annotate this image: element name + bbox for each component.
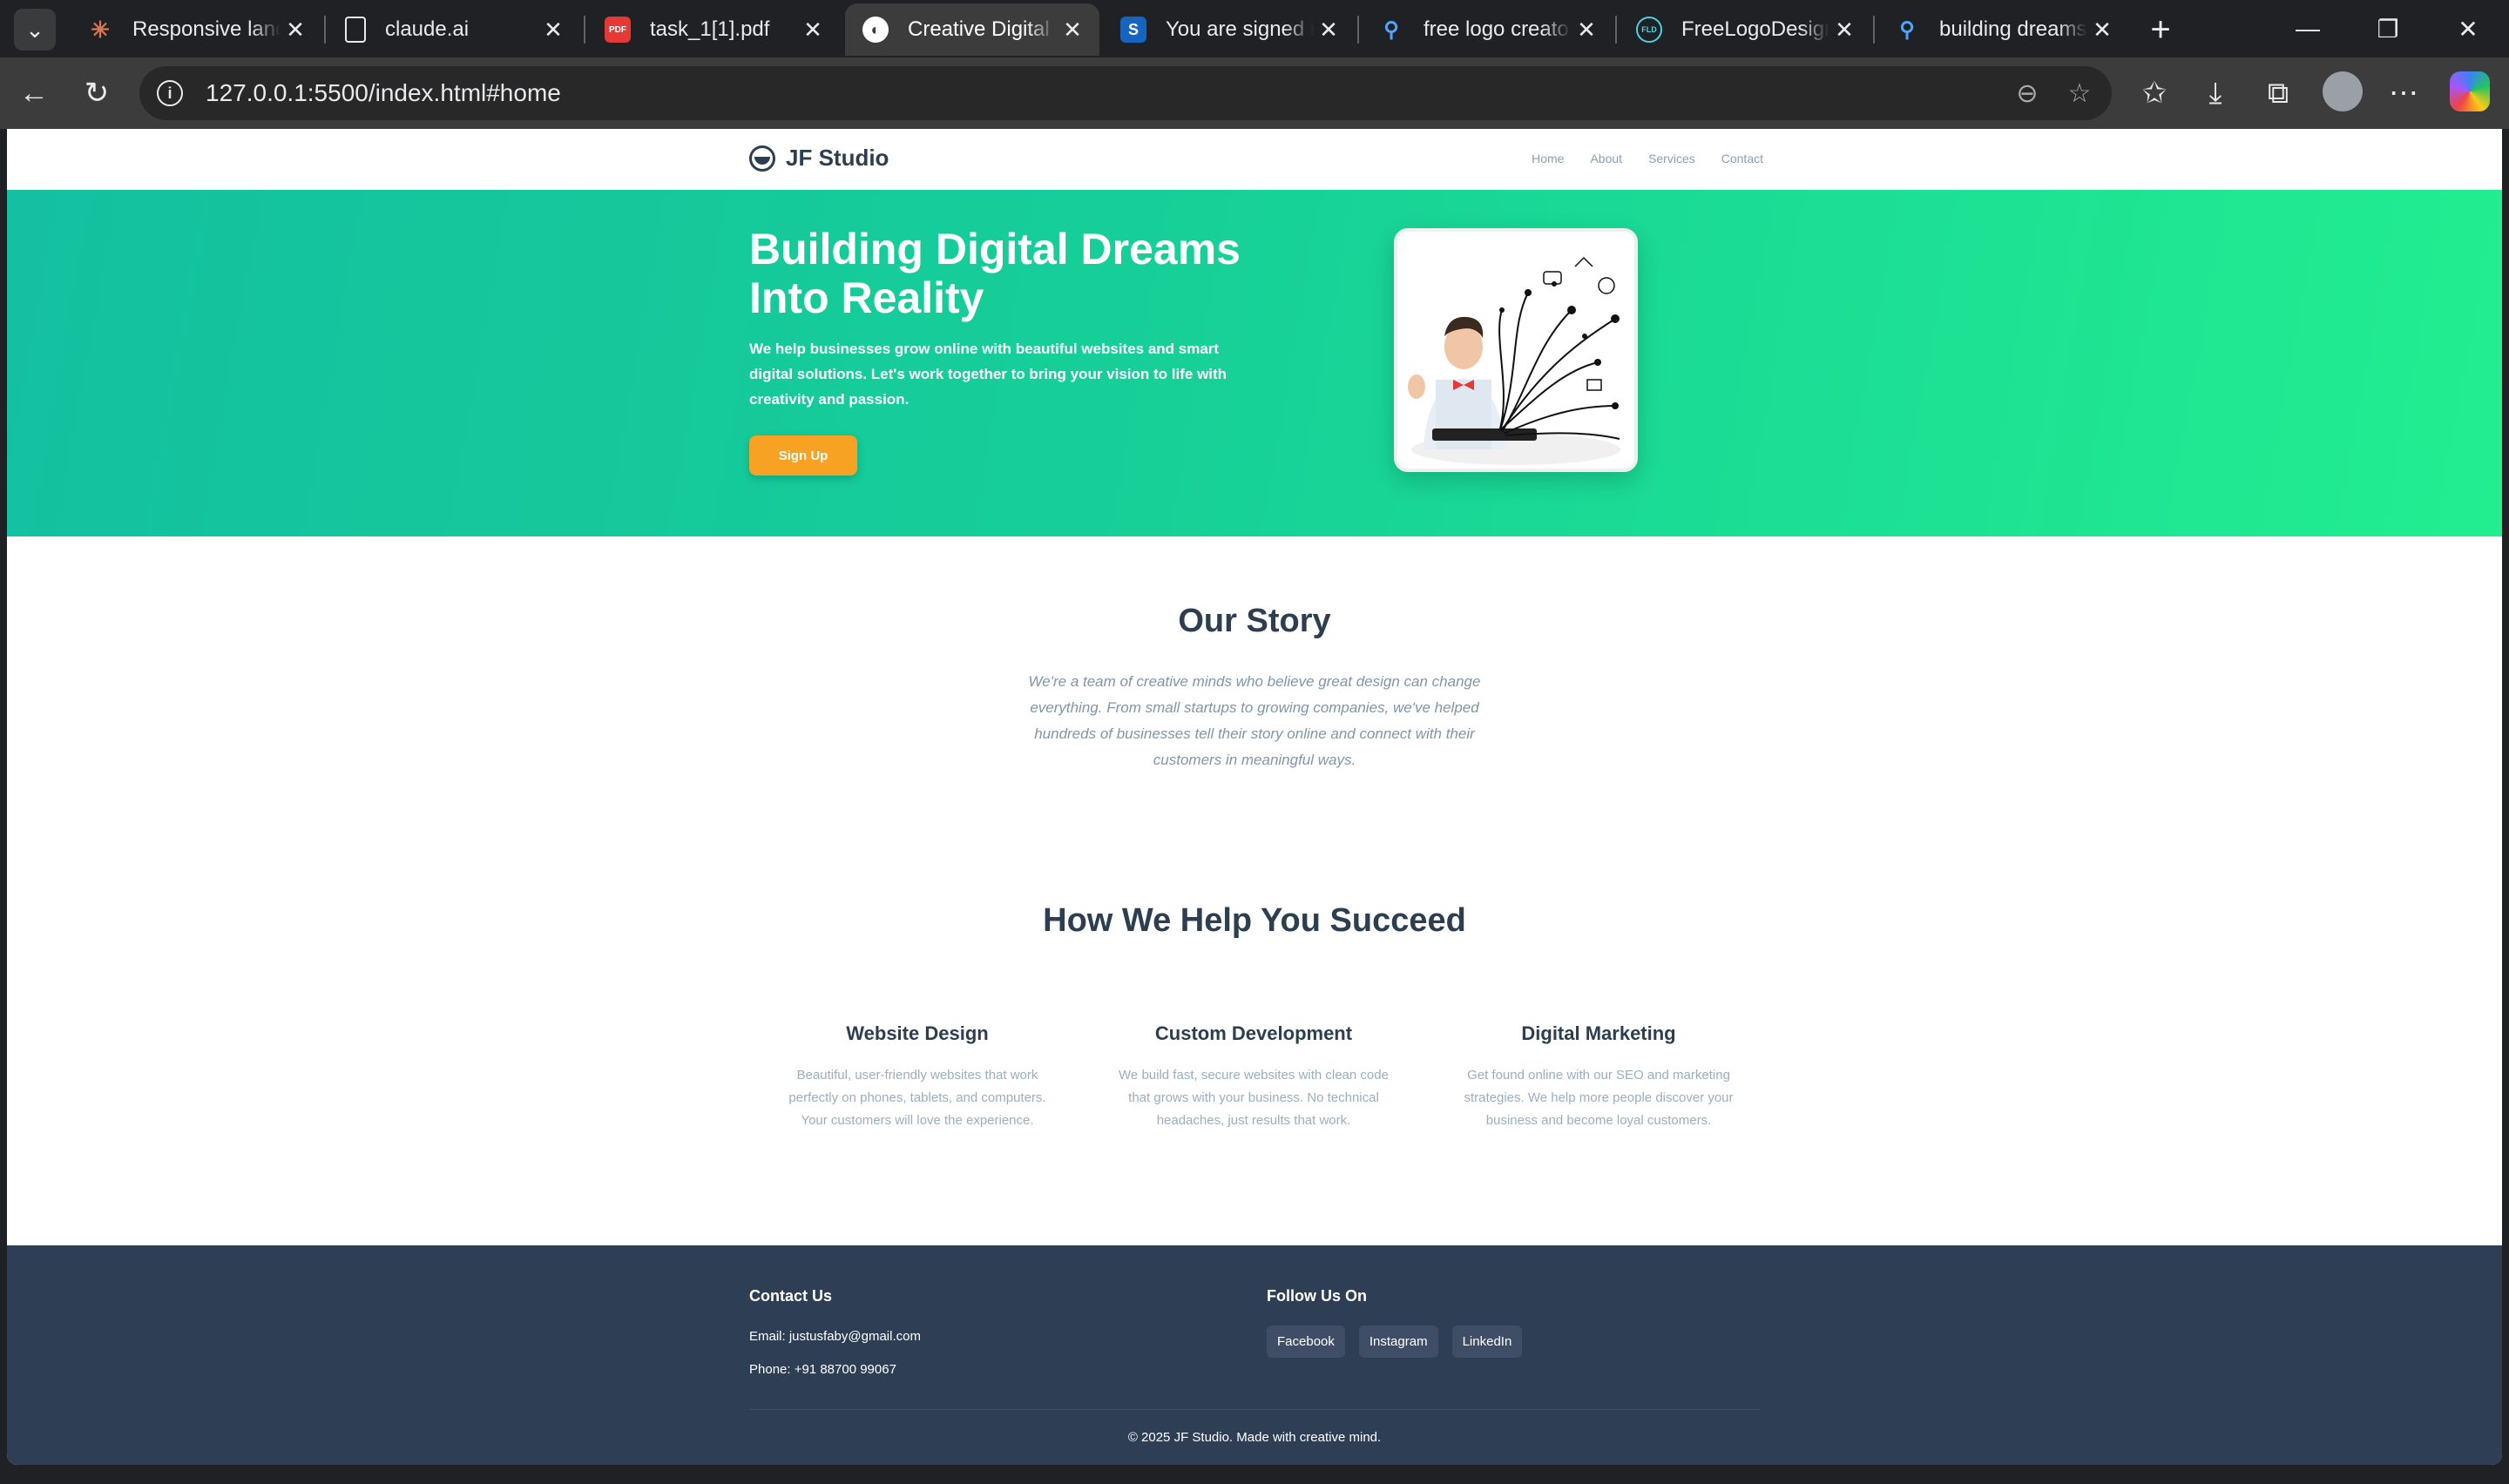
favorite-star-icon[interactable]: ☆ [2059, 73, 2100, 113]
close-icon[interactable]: ✕ [800, 17, 826, 44]
tab-title: FreeLogoDesign [1681, 17, 1829, 41]
sign-up-button[interactable]: Sign Up [749, 435, 857, 476]
minimize-button[interactable]: — [2269, 7, 2347, 51]
close-icon[interactable]: ✕ [1831, 17, 1857, 44]
tab-free-logo-creator[interactable]: ⚲ free logo creato ✕ [1361, 3, 1613, 56]
search-icon: ⚲ [1899, 17, 1915, 42]
tab-separator [1357, 16, 1359, 44]
tab-separator [324, 16, 326, 44]
profile-avatar[interactable] [2323, 71, 2363, 111]
hero-image [1394, 228, 1638, 472]
tab-title: free logo creato [1424, 17, 1569, 41]
service-title: Custom Development [1154, 1022, 1353, 1044]
footer-divider [749, 1409, 1760, 1410]
service-description: Beautiful, user-friendly websites that w… [788, 1068, 1046, 1128]
search-icon: ⚲ [1383, 17, 1399, 42]
url-text[interactable]: 127.0.0.1:5500/index.html#home [206, 79, 561, 107]
social-linkedin-link[interactable]: LinkedIn [1451, 1325, 1523, 1358]
browser-toolbar: ← ↻ i 127.0.0.1:5500/index.html#home ⊖ ☆… [0, 57, 2509, 129]
service-description: We build fast, secure websites with clea… [1119, 1068, 1389, 1128]
pdf-icon: PDF [605, 17, 631, 43]
reload-button[interactable]: ↻ [73, 70, 120, 117]
more-menu-icon[interactable]: ⋯ [2380, 70, 2427, 117]
address-bar[interactable]: i 127.0.0.1:5500/index.html#home ⊖ ☆ [139, 66, 2112, 120]
contact-phone: Phone: +91 88700 99067 [749, 1362, 896, 1377]
brand-name: JF Studio [786, 145, 889, 171]
s-app-icon: S [1120, 17, 1146, 43]
tab-title: claude.ai [385, 17, 470, 41]
service-card-custom-development: Custom Development We build fast, secure… [1119, 1022, 1389, 1132]
tab-claude[interactable]: claude.ai ✕ [328, 3, 580, 56]
tab-pdf[interactable]: PDF task_1[1].pdf ✕ [587, 3, 840, 56]
tab-signed-in[interactable]: S You are signed i ✕ [1103, 3, 1356, 56]
tab-title: Creative Digital [908, 17, 1050, 41]
close-window-button[interactable]: ✕ [2429, 7, 2507, 51]
nav-about[interactable]: About [1590, 152, 1622, 165]
tab-separator [584, 16, 585, 44]
back-button[interactable]: ← [10, 70, 57, 117]
nav-home[interactable]: Home [1532, 152, 1564, 165]
service-title: Website Design [846, 1022, 989, 1044]
tab-strip: ⌄ ✳ Responsive land ✕ claude.ai ✕ PDF ta… [0, 0, 2509, 57]
close-icon[interactable]: ✕ [1573, 17, 1599, 44]
copilot-icon[interactable] [2450, 71, 2490, 111]
social-links: Facebook Instagram LinkedIn [1267, 1325, 1523, 1358]
downloads-icon[interactable]: ⤓ [2192, 70, 2239, 117]
site-logo-icon: ◐ [862, 17, 889, 43]
tab-title: Responsive land [132, 17, 281, 41]
hero-text: We help businesses grow online with beau… [749, 341, 1227, 408]
tab-building-dreams[interactable]: ⚲ building dreams ✕ [1877, 3, 2129, 56]
social-instagram-link[interactable]: Instagram [1358, 1325, 1438, 1358]
contact-title: Contact Us [749, 1287, 833, 1305]
story-title: Our Story [1178, 603, 1331, 639]
hero-section: Building Digital Dreams Into Reality We … [7, 190, 2502, 536]
tab-separator [1873, 16, 1875, 44]
close-icon[interactable]: ✕ [282, 17, 308, 44]
fld-icon: FLD [1636, 17, 1662, 43]
service-card-digital-marketing: Digital Marketing Get found online with … [1464, 1022, 1734, 1132]
browser-chrome: ⌄ ✳ Responsive land ✕ claude.ai ✕ PDF ta… [0, 0, 2509, 129]
favorites-icon[interactable]: ✩ [2131, 70, 2178, 117]
restore-button[interactable]: ❐ [2349, 7, 2427, 51]
zoom-icon[interactable]: ⊖ [2007, 73, 2047, 113]
tab-responsive-landing[interactable]: ✳ Responsive land ✕ [70, 3, 322, 56]
tab-search-menu-button[interactable]: ⌄ [14, 9, 56, 51]
tab-freelogodesign[interactable]: FLD FreeLogoDesign ✕ [1619, 3, 1871, 56]
story-text: We're a team of creative minds who belie… [1028, 673, 1481, 768]
site-footer: Contact Us Email: justusfaby@gmail.com P… [7, 1245, 2502, 1465]
page-viewport: JF Studio Home About Services Contact Bu… [7, 129, 2502, 1465]
close-icon[interactable]: ✕ [1059, 17, 1085, 44]
copyright: © 2025 JF Studio. Made with creative min… [1127, 1430, 1382, 1445]
extensions-icon[interactable]: ⧉ [2255, 70, 2302, 117]
follow-title: Follow Us On [1267, 1287, 1367, 1305]
site-info-icon[interactable]: i [157, 80, 183, 106]
services-title: How We Help You Succeed [1043, 902, 1466, 939]
brand-logo-icon [749, 145, 775, 172]
service-description: Get found online with our SEO and market… [1464, 1068, 1734, 1128]
tab-separator [1615, 16, 1617, 44]
contact-email: Email: justusfaby@gmail.com [749, 1329, 921, 1344]
tab-creative-digital[interactable]: ◐ Creative Digital ✕ [845, 3, 1099, 56]
social-facebook-link[interactable]: Facebook [1267, 1325, 1345, 1358]
service-card-website-design: Website Design Beautiful, user-friendly … [782, 1022, 1052, 1132]
tab-title: You are signed i [1166, 17, 1314, 41]
nav-contact[interactable]: Contact [1721, 152, 1763, 165]
tab-title: task_1[1].pdf [650, 17, 770, 41]
hero-title: Building Digital Dreams Into Reality [749, 225, 1241, 322]
service-title: Digital Marketing [1521, 1022, 1676, 1044]
close-icon[interactable]: ✕ [540, 17, 566, 44]
site-header: JF Studio Home About Services Contact [7, 129, 2502, 190]
main-nav: Home About Services Contact [1532, 152, 1763, 165]
new-tab-button[interactable]: + [2140, 9, 2181, 51]
tab-title: building dreams [1939, 17, 2087, 41]
brand[interactable]: JF Studio [749, 145, 889, 172]
close-icon[interactable]: ✕ [1315, 17, 1342, 44]
creative-person-illustration [1397, 232, 1634, 469]
document-icon [345, 17, 366, 43]
close-icon[interactable]: ✕ [2089, 17, 2115, 44]
nav-services[interactable]: Services [1648, 152, 1695, 165]
claude-icon: ✳ [91, 16, 110, 43]
